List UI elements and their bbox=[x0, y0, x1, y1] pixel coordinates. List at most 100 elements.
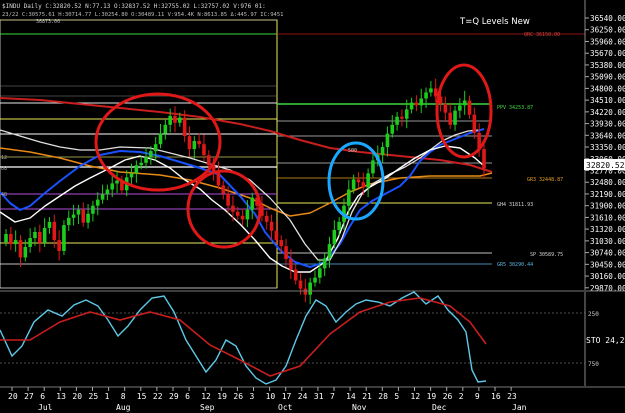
candle-body[interactable] bbox=[149, 151, 153, 158]
candle-body[interactable] bbox=[433, 88, 438, 97]
candle-body[interactable] bbox=[453, 110, 457, 125]
candle-body[interactable] bbox=[390, 124, 395, 134]
candle-body[interactable] bbox=[235, 211, 240, 216]
candle-body[interactable] bbox=[347, 189, 351, 206]
candle-body[interactable] bbox=[303, 288, 308, 295]
candle-body[interactable] bbox=[95, 199, 100, 206]
candle-body[interactable] bbox=[409, 102, 414, 110]
candle-body[interactable] bbox=[192, 140, 197, 150]
candle-body[interactable] bbox=[322, 258, 327, 269]
candle-body[interactable] bbox=[197, 140, 201, 145]
candle-body[interactable] bbox=[361, 182, 366, 188]
candle-body[interactable] bbox=[366, 173, 370, 188]
chart-window[interactable]: $INDU Daily C:32820.52 N:77.13 O:32837.5… bbox=[0, 0, 625, 413]
candle-body[interactable] bbox=[153, 144, 158, 152]
candle-body[interactable] bbox=[57, 240, 61, 251]
candle-body[interactable] bbox=[380, 147, 385, 156]
candle-body[interactable] bbox=[129, 173, 134, 178]
candle-body[interactable] bbox=[9, 233, 13, 245]
day-label: 15 bbox=[137, 392, 147, 401]
candle-body[interactable] bbox=[337, 221, 341, 230]
candle-body[interactable] bbox=[100, 194, 105, 200]
candle-body[interactable] bbox=[419, 98, 424, 106]
candle-body[interactable] bbox=[245, 209, 250, 220]
candle-body[interactable] bbox=[462, 100, 467, 106]
candle-body[interactable] bbox=[4, 233, 8, 243]
candle-body[interactable] bbox=[482, 149, 486, 169]
candle-body[interactable] bbox=[47, 221, 52, 228]
day-label: 12 bbox=[411, 392, 421, 401]
candle-body[interactable] bbox=[86, 213, 90, 223]
candle-body[interactable] bbox=[33, 231, 37, 239]
candle-body[interactable] bbox=[240, 215, 245, 220]
candle-body[interactable] bbox=[187, 136, 192, 150]
candle-body[interactable] bbox=[62, 225, 66, 251]
candle-body[interactable] bbox=[250, 197, 255, 210]
candle-body[interactable] bbox=[71, 214, 76, 218]
candle-body[interactable] bbox=[289, 259, 293, 270]
candle-body[interactable] bbox=[66, 217, 71, 226]
candle-body[interactable] bbox=[182, 117, 187, 137]
candle-body[interactable] bbox=[395, 116, 399, 125]
candle-body[interactable] bbox=[458, 105, 462, 111]
candle-body[interactable] bbox=[216, 171, 221, 186]
candle-body[interactable] bbox=[202, 144, 206, 156]
candle-body[interactable] bbox=[327, 244, 332, 259]
candle-body[interactable] bbox=[134, 165, 139, 174]
candle-body[interactable] bbox=[332, 229, 337, 245]
candle-body[interactable] bbox=[221, 185, 226, 194]
candle-body[interactable] bbox=[115, 180, 119, 184]
candle-body[interactable] bbox=[472, 114, 477, 133]
candle-body[interactable] bbox=[467, 100, 472, 115]
candle-body[interactable] bbox=[264, 215, 269, 222]
candle-body[interactable] bbox=[356, 179, 361, 183]
candle-body[interactable] bbox=[385, 133, 390, 148]
candle-body[interactable] bbox=[42, 227, 47, 243]
candle-body[interactable] bbox=[443, 103, 448, 113]
candle-body[interactable] bbox=[313, 277, 317, 283]
day-label: 20 bbox=[72, 392, 82, 401]
price-label: 35670.00 bbox=[590, 49, 625, 58]
symbol-line: $INDU Daily C:32820.52 N:77.13 O:32837.5… bbox=[2, 3, 266, 10]
candle-body[interactable] bbox=[110, 183, 115, 190]
candle-body[interactable] bbox=[231, 205, 235, 212]
candle-body[interactable] bbox=[308, 282, 312, 295]
candle-body[interactable] bbox=[429, 88, 433, 93]
candle-body[interactable] bbox=[293, 269, 298, 281]
price-label: 31610.00 bbox=[590, 213, 625, 222]
candle-body[interactable] bbox=[298, 280, 303, 289]
candle-body[interactable] bbox=[23, 246, 28, 258]
month-label: Jan bbox=[512, 403, 527, 412]
candle-body[interactable] bbox=[400, 116, 404, 119]
month-label: Dec bbox=[432, 403, 447, 412]
candle-body[interactable] bbox=[105, 189, 110, 195]
candle-body[interactable] bbox=[448, 112, 453, 125]
candle-body[interactable] bbox=[351, 179, 356, 190]
candle-body[interactable] bbox=[226, 193, 230, 206]
candle-body[interactable] bbox=[163, 124, 168, 134]
candle-body[interactable] bbox=[37, 231, 42, 243]
candle-body[interactable] bbox=[168, 115, 172, 125]
candle-body[interactable] bbox=[414, 102, 419, 106]
candle-body[interactable] bbox=[318, 268, 322, 278]
candle-body[interactable] bbox=[274, 230, 279, 241]
candle-body[interactable] bbox=[269, 221, 274, 231]
candle-body[interactable] bbox=[173, 115, 177, 123]
candle-body[interactable] bbox=[206, 155, 211, 166]
candle-body[interactable] bbox=[52, 221, 57, 241]
candle-body[interactable] bbox=[284, 246, 288, 260]
candle-body[interactable] bbox=[91, 205, 95, 214]
candle-body[interactable] bbox=[144, 157, 148, 163]
candle-body[interactable] bbox=[13, 240, 18, 245]
candle-body[interactable] bbox=[371, 160, 375, 174]
candle-body[interactable] bbox=[139, 162, 143, 166]
candle-body[interactable] bbox=[424, 92, 428, 99]
candle-body[interactable] bbox=[404, 109, 409, 119]
candle-body[interactable] bbox=[178, 117, 182, 123]
candle-body[interactable] bbox=[81, 209, 86, 223]
candle-body[interactable] bbox=[76, 209, 81, 215]
candle-body[interactable] bbox=[158, 133, 163, 145]
candle-body[interactable] bbox=[279, 240, 284, 247]
candle-body[interactable] bbox=[28, 238, 32, 247]
candle-body[interactable] bbox=[18, 240, 23, 258]
